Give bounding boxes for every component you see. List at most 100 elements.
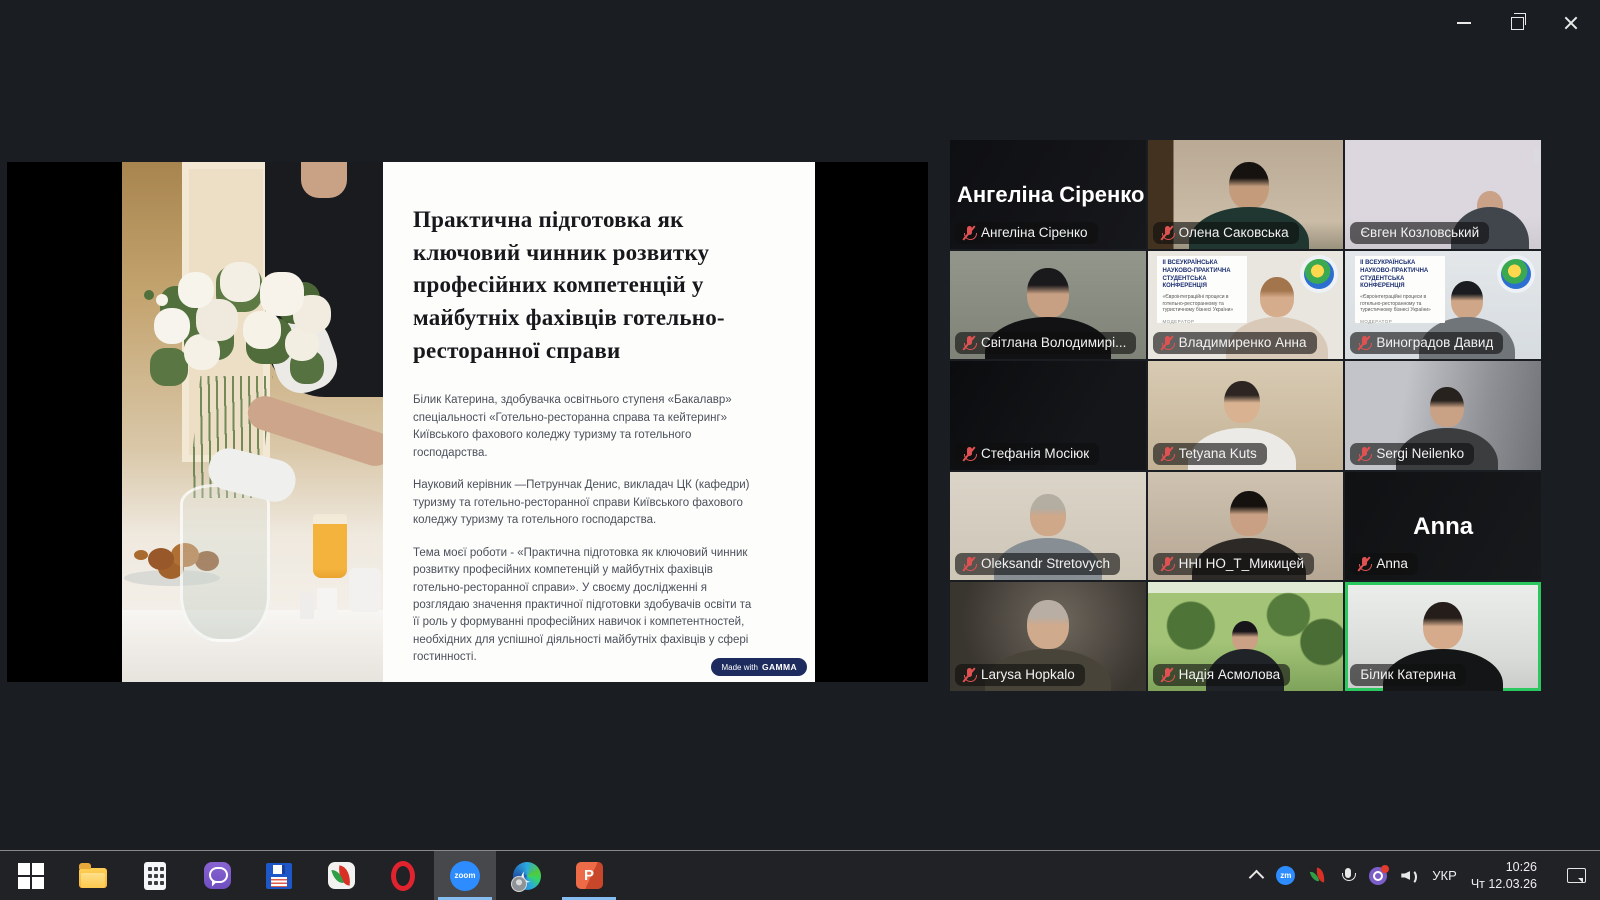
participant-name-label: Євген Козловський (1350, 222, 1489, 244)
participant-tile[interactable]: Larysa Hopkalo (950, 582, 1146, 691)
participant-name: Anna (1376, 556, 1408, 571)
shared-screen: Практична підготовка як ключовий чинник … (7, 162, 928, 682)
participant-name: Tetyana Kuts (1179, 446, 1257, 461)
zoom-tray-icon[interactable]: zm (1276, 866, 1295, 885)
slide-paragraph: Науковий керівник —Петрунчак Денис, викл… (413, 477, 759, 529)
poster-subtitle: «Євроінтеграційні процеси в готельно-рес… (1360, 294, 1440, 314)
muted-mic-icon (962, 335, 975, 350)
participant-tile[interactable]: ННІ НО_Т_Микицей (1148, 472, 1344, 581)
minimize-icon[interactable] (1457, 22, 1471, 24)
start-button[interactable] (0, 851, 62, 900)
folder-icon (79, 868, 107, 888)
participant-tile[interactable]: ІІ ВСЕУКРАЇНСЬКА НАУКОВО-ПРАКТИЧНА СТУДЕ… (1345, 251, 1541, 360)
muted-mic-icon (962, 667, 975, 682)
participant-tile-active-speaker[interactable]: Білик Катерина (1345, 582, 1541, 691)
viber-tray-icon[interactable] (1369, 867, 1387, 885)
participant-grid: Ангеліна Сіренко Ангеліна Сіренко Олена … (950, 140, 1541, 691)
participant-name-label: Владимиренко Анна (1153, 332, 1317, 354)
conference-poster: ІІ ВСЕУКРАЇНСЬКА НАУКОВО-ПРАКТИЧНА СТУДЕ… (1157, 256, 1247, 323)
zoom-app-button[interactable]: zoom (434, 851, 496, 900)
participant-name: Владимиренко Анна (1179, 335, 1307, 350)
slide-paragraph: Тема моєї роботи - «Практична підготовка… (413, 545, 759, 667)
slide-paragraph: Білик Катерина, здобувачка освітнього ст… (413, 392, 759, 462)
muted-mic-icon (1357, 556, 1370, 571)
participant-tile[interactable]: Олена Саковська (1148, 140, 1344, 249)
poster-subtitle: «Євроінтеграційні процеси в готельно-рес… (1162, 294, 1242, 314)
clock[interactable]: 10:26 Чт 12.03.26 (1471, 859, 1537, 893)
restore-icon[interactable] (1511, 17, 1524, 30)
windows-logo-icon (18, 863, 30, 875)
participant-name: Виноградов Давид (1376, 335, 1493, 350)
opera-icon (391, 861, 415, 891)
muted-mic-icon (962, 556, 975, 571)
speaker-tray-icon[interactable] (1401, 868, 1418, 883)
participant-name-label: Oleksandr Stretovych (955, 553, 1120, 575)
participant-big-name: Anna (1413, 513, 1473, 541)
participant-name-label: Надія Асмолова (1153, 664, 1291, 686)
opera-button[interactable] (372, 851, 434, 900)
participant-name-label: Anna (1350, 553, 1418, 575)
participant-name-label: ННІ НО_Т_Микицей (1153, 553, 1314, 575)
participant-name-label: Виноградов Давид (1350, 332, 1503, 354)
participant-name: Sergi Neilenko (1376, 446, 1464, 461)
participant-name-label: Tetyana Kuts (1153, 443, 1267, 465)
feather-tray-icon[interactable] (1309, 867, 1327, 885)
zoom-meeting-window: Практична підготовка як ключовий чинник … (0, 0, 1600, 900)
vase-graphic (180, 484, 270, 642)
muted-mic-icon (1160, 446, 1173, 461)
zoom-icon: zoom (450, 861, 480, 891)
notification-center-icon[interactable] (1567, 868, 1586, 883)
participant-tile[interactable]: Євген Козловський (1345, 140, 1541, 249)
microphone-tray-icon[interactable] (1341, 868, 1355, 884)
participant-name: Євген Козловський (1360, 225, 1479, 240)
time: 10:26 (1471, 859, 1537, 876)
pastry-graphic (134, 550, 148, 560)
participant-tile[interactable]: Світлана Володимирі... (950, 251, 1146, 360)
floppy-app-button[interactable] (248, 851, 310, 900)
language-indicator[interactable]: УКР (1432, 868, 1457, 883)
participant-name-label: Стефанія Мосіюк (955, 443, 1099, 465)
participant-name: Larysa Hopkalo (981, 667, 1075, 682)
participant-tile[interactable]: Надія Асмолова (1148, 582, 1344, 691)
participant-name: Світлана Володимирі... (981, 335, 1126, 350)
participant-name-label: Олена Саковська (1153, 222, 1299, 244)
feather-icon (328, 862, 355, 889)
participant-tile[interactable]: Tetyana Kuts (1148, 361, 1344, 470)
poster-role: МОДЕРАТОР (1360, 319, 1440, 324)
muted-mic-icon (1160, 335, 1173, 350)
powerpoint-button[interactable]: P (558, 851, 620, 900)
tray-expand-chevron-icon[interactable] (1249, 870, 1265, 886)
slide-photo (122, 162, 383, 682)
calculator-button[interactable] (124, 851, 186, 900)
participant-name: Oleksandr Stretovych (981, 556, 1110, 571)
date: Чт 12.03.26 (1471, 876, 1537, 893)
edge-button[interactable] (496, 851, 558, 900)
participant-tile[interactable]: Ангеліна Сіренко Ангеліна Сіренко (950, 140, 1146, 249)
participant-tile[interactable]: Anna Anna (1345, 472, 1541, 581)
system-tray: zm УКР 10:26 Чт 12.03.26 (1251, 851, 1600, 900)
participant-tile[interactable]: Sergi Neilenko (1345, 361, 1541, 470)
participant-name: Ангеліна Сіренко (981, 225, 1088, 240)
muted-mic-icon (1357, 446, 1370, 461)
muted-mic-icon (1160, 667, 1173, 682)
poster-title: ІІ ВСЕУКРАЇНСЬКА НАУКОВО-ПРАКТИЧНА СТУДЕ… (1162, 260, 1242, 291)
window-titlebar (0, 0, 1600, 52)
muted-mic-icon (962, 225, 975, 240)
close-icon[interactable] (1564, 16, 1578, 30)
file-explorer-button[interactable] (62, 851, 124, 900)
participant-tile[interactable]: ІІ ВСЕУКРАЇНСЬКА НАУКОВО-ПРАКТИЧНА СТУДЕ… (1148, 251, 1344, 360)
flowers-graphic (156, 294, 168, 306)
participant-tile[interactable]: Oleksandr Stretovych (950, 472, 1146, 581)
muted-mic-icon (1160, 556, 1173, 571)
conference-logo (1501, 259, 1531, 289)
grid-scrollbar[interactable] (1534, 148, 1539, 166)
feather-app-button[interactable] (310, 851, 372, 900)
participant-name-label: Білик Катерина (1350, 664, 1466, 686)
slide-title: Практична підготовка як ключовий чинник … (413, 204, 759, 367)
participant-name-label: Larysa Hopkalo (955, 664, 1085, 686)
badge-brand: GAMMA (762, 662, 797, 672)
participant-tile[interactable]: Стефанія Мосіюк (950, 361, 1146, 470)
muted-mic-icon (1357, 335, 1370, 350)
leaves-graphic (144, 290, 154, 300)
viber-button[interactable] (186, 851, 248, 900)
